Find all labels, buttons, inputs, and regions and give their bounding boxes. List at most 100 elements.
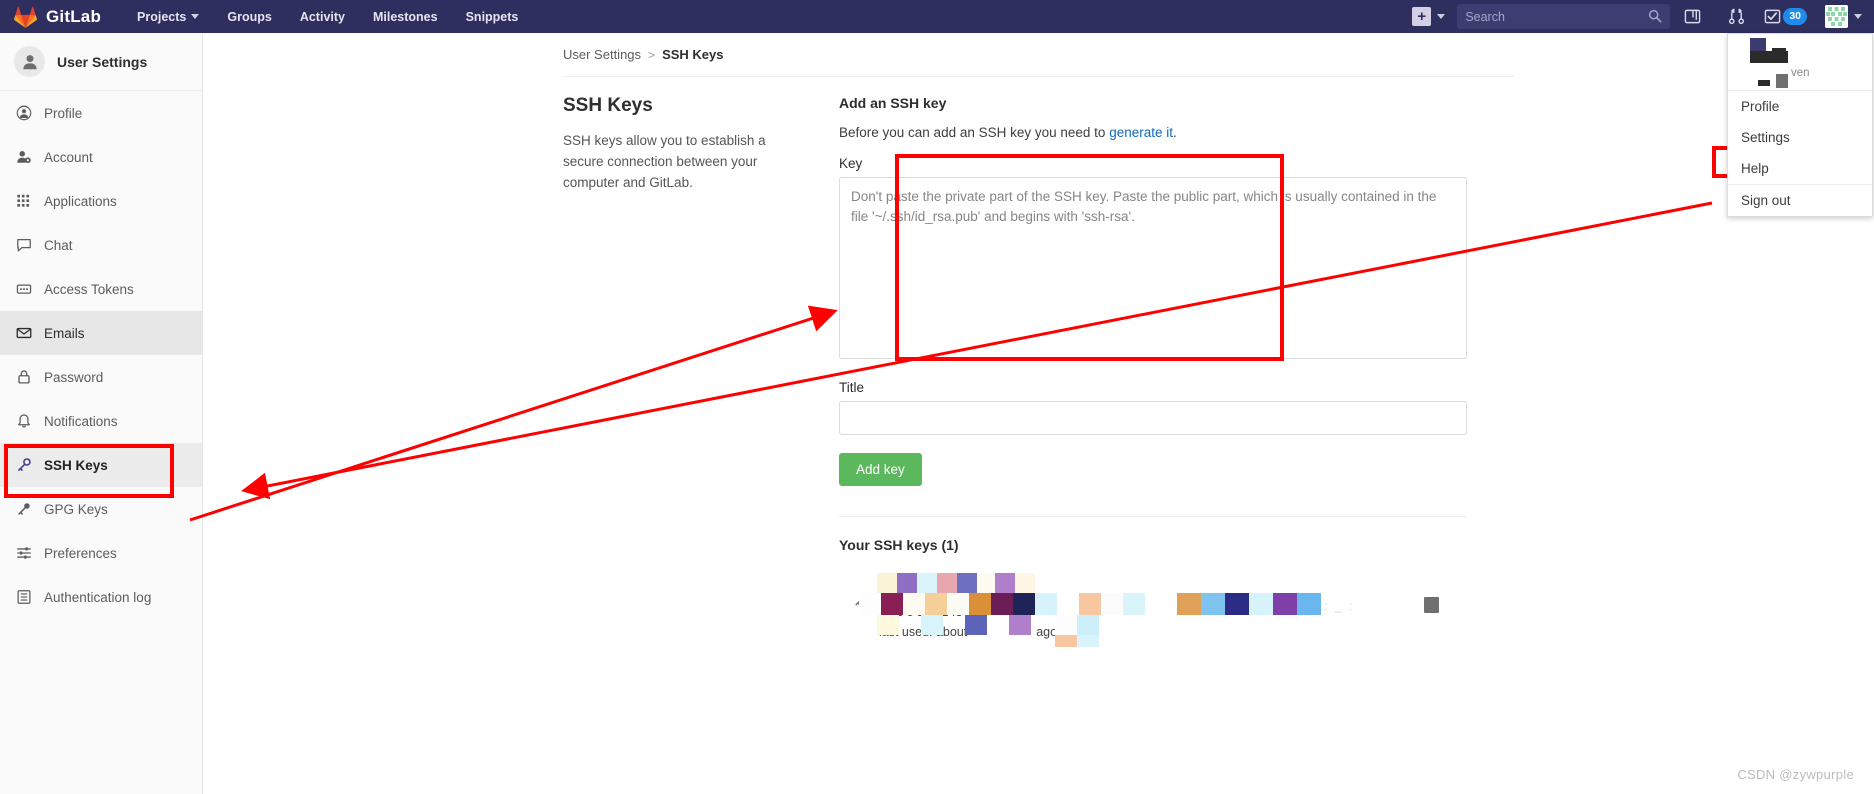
plus-square-icon: + bbox=[1412, 7, 1432, 26]
merge-requests-icon bbox=[1728, 8, 1744, 25]
breadcrumb-parent[interactable]: User Settings bbox=[563, 47, 641, 62]
settings-sidebar: User Settings Profile Account Applicatio… bbox=[0, 33, 203, 794]
sidebar-item-password[interactable]: Password bbox=[0, 355, 202, 399]
watermark: CSDN @zywpurple bbox=[1737, 767, 1854, 782]
redaction-block bbox=[1055, 615, 1077, 635]
todos-button[interactable]: 30 bbox=[1758, 0, 1817, 33]
keys-section-divider bbox=[839, 516, 1467, 517]
key-textarea[interactable] bbox=[839, 177, 1467, 359]
nav-link-milestones[interactable]: Milestones bbox=[373, 10, 438, 24]
dropdown-item-profile[interactable]: Profile bbox=[1728, 91, 1872, 122]
user-menu-button[interactable] bbox=[1817, 0, 1874, 33]
generate-it-link[interactable]: generate it bbox=[1109, 125, 1173, 140]
redaction-block bbox=[921, 615, 943, 635]
sidebar-item-authentication-log-label: Authentication log bbox=[44, 589, 152, 605]
main-content: User Settings > SSH Keys SSH Keys SSH ke… bbox=[203, 33, 1874, 794]
breadcrumb-current: SSH Keys bbox=[662, 47, 724, 62]
redaction-block bbox=[903, 593, 925, 615]
chevron-down-icon bbox=[191, 14, 200, 19]
title-input[interactable] bbox=[839, 401, 1467, 435]
bell-icon bbox=[15, 413, 32, 429]
redaction-block bbox=[1225, 593, 1249, 615]
merge-requests-button[interactable] bbox=[1714, 0, 1758, 33]
redaction-block bbox=[1079, 593, 1101, 615]
redaction-block bbox=[977, 573, 995, 593]
dropdown-item-settings[interactable]: Settings bbox=[1728, 122, 1872, 153]
key-icon bbox=[15, 501, 32, 517]
redaction-block bbox=[965, 615, 987, 635]
issue-boards-icon bbox=[1684, 9, 1701, 24]
sidebar-item-notifications[interactable]: Notifications bbox=[0, 399, 202, 443]
dropdown-item-sign-out-label: Sign out bbox=[1741, 193, 1791, 208]
redaction-block bbox=[859, 593, 881, 615]
sliders-icon bbox=[15, 545, 32, 561]
nav-link-groups[interactable]: Groups bbox=[227, 10, 271, 24]
redaction-block bbox=[897, 573, 917, 593]
gitlab-logo[interactable]: GitLab bbox=[14, 6, 101, 28]
user-silhouette-icon bbox=[22, 54, 37, 69]
sidebar-item-access-tokens[interactable]: Access Tokens bbox=[0, 267, 202, 311]
redaction-block bbox=[1123, 593, 1145, 615]
dropdown-item-sign-out[interactable]: Sign out bbox=[1728, 185, 1872, 216]
sidebar-item-account[interactable]: Account bbox=[0, 135, 202, 179]
sidebar-item-emails-label: Emails bbox=[44, 325, 85, 341]
apps-grid-icon bbox=[15, 193, 32, 209]
gitlab-brand-text: GitLab bbox=[46, 6, 102, 26]
ssh-key-list-item[interactable]: 215.net 0 13 5 1 262 f3 01 last used: ab… bbox=[839, 569, 1467, 647]
redaction-block bbox=[1177, 593, 1201, 615]
nav-link-activity[interactable]: Activity bbox=[300, 10, 345, 24]
user-avatar-icon bbox=[14, 46, 45, 77]
nav-link-projects[interactable]: Projects bbox=[137, 10, 200, 24]
redaction-block bbox=[947, 593, 969, 615]
subtitle-text-before: Before you can add an SSH key you need t… bbox=[839, 125, 1110, 140]
redaction-block bbox=[957, 573, 977, 593]
sidebar-item-authentication-log[interactable]: Authentication log bbox=[0, 575, 202, 619]
redaction-block bbox=[1273, 593, 1297, 615]
search-input[interactable] bbox=[1465, 9, 1641, 24]
sidebar-item-chat[interactable]: Chat bbox=[0, 223, 202, 267]
todos-icon bbox=[1765, 9, 1781, 24]
redaction-block bbox=[1057, 593, 1079, 615]
sidebar-item-ssh-keys[interactable]: SSH Keys bbox=[0, 443, 202, 487]
key-field-label: Key bbox=[839, 156, 863, 171]
chevron-down-icon bbox=[1854, 14, 1862, 19]
nav-links: Projects Groups Activity Milestones Snip… bbox=[137, 10, 518, 24]
top-navbar: GitLab Projects Groups Activity Mileston… bbox=[0, 0, 1874, 33]
redaction-block bbox=[991, 593, 1013, 615]
sidebar-item-profile[interactable]: Profile bbox=[0, 91, 202, 135]
redaction-block bbox=[1035, 593, 1057, 615]
sidebar-item-password-label: Password bbox=[44, 369, 104, 385]
search-box[interactable] bbox=[1457, 4, 1671, 29]
add-ssh-key-column: Add an SSH key Before you can add an SSH… bbox=[839, 95, 1467, 647]
add-key-button[interactable]: Add key bbox=[839, 453, 922, 486]
sidebar-item-gpg-keys[interactable]: GPG Keys bbox=[0, 487, 202, 531]
sidebar-item-emails[interactable]: Emails bbox=[0, 311, 202, 355]
your-ssh-keys-heading: Your SSH keys (1) bbox=[839, 537, 959, 553]
redaction-block bbox=[1009, 615, 1031, 635]
dropdown-item-help[interactable]: Help bbox=[1728, 153, 1872, 184]
redaction-block bbox=[995, 573, 1015, 593]
issue-boards-button[interactable] bbox=[1670, 0, 1714, 33]
sidebar-item-applications-label: Applications bbox=[44, 193, 117, 209]
envelope-icon bbox=[15, 325, 32, 341]
redaction-block bbox=[937, 573, 957, 593]
nav-link-snippets[interactable]: Snippets bbox=[466, 10, 519, 24]
new-item-button[interactable]: + bbox=[1412, 7, 1446, 26]
breadcrumb-divider bbox=[563, 76, 1514, 77]
redaction-block bbox=[1077, 615, 1099, 635]
dropdown-user-header: ven bbox=[1728, 34, 1872, 91]
avatar-identicon bbox=[1825, 5, 1848, 28]
sidebar-item-applications[interactable]: Applications bbox=[0, 179, 202, 223]
redaction-block bbox=[1249, 593, 1273, 615]
sidebar-item-preferences[interactable]: Preferences bbox=[0, 531, 202, 575]
navbar-right-cluster: + Search 30 bbox=[1412, 0, 1874, 33]
sidebar-item-chat-label: Chat bbox=[44, 237, 73, 253]
trash-icon[interactable] bbox=[1424, 597, 1439, 613]
page-description: SSH keys allow you to establish a secure… bbox=[563, 133, 766, 190]
redaction-block bbox=[1101, 593, 1123, 615]
ssh-key-last-used-suffix: ago bbox=[1036, 625, 1058, 639]
redaction-block bbox=[881, 593, 903, 615]
redaction-block bbox=[1297, 593, 1321, 615]
page-root: GitLab Projects Groups Activity Mileston… bbox=[0, 0, 1874, 794]
dropdown-item-help-label: Help bbox=[1741, 161, 1769, 176]
